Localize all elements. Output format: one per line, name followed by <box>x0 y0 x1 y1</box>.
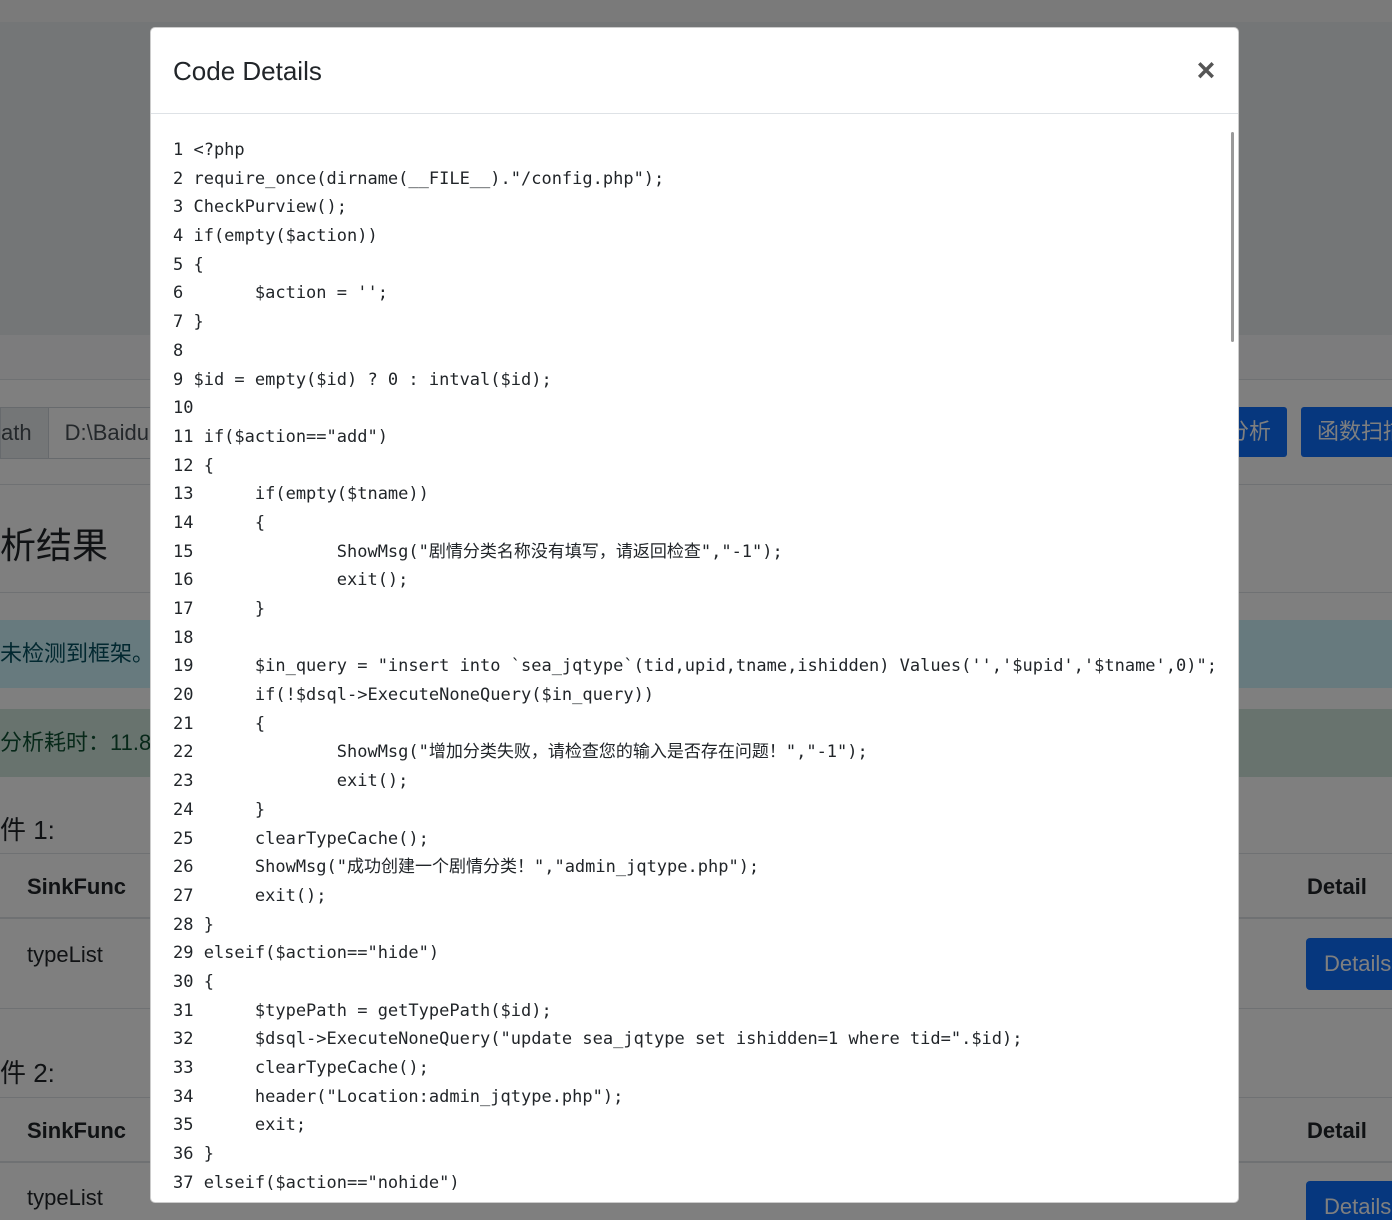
code-line: 8 <box>173 340 184 361</box>
code-line: 35 exit; <box>173 1115 307 1136</box>
close-icon[interactable]: × <box>1191 52 1221 88</box>
code-line: 9 $id = empty($id) ? 0 : intval($id); <box>173 369 552 390</box>
code-line: 14 { <box>173 512 266 533</box>
code-line: 12 { <box>173 455 214 476</box>
code-line: 20 if(!$dsql->ExecuteNoneQuery($in_query… <box>173 685 655 706</box>
modal-header: Code Details × <box>151 28 1238 114</box>
code-line: 1 <?php <box>173 140 245 160</box>
code-line: 27 exit(); <box>173 885 327 906</box>
code-line: 28 } <box>173 914 214 935</box>
code-line: 7 } <box>173 312 204 333</box>
code-line: 31 $typePath = getTypePath($id); <box>173 1000 552 1021</box>
code-line: 15 ShowMsg("剧情分类名称没有填写，请返回检查","-1"); <box>173 541 783 562</box>
code-line: 17 } <box>173 599 266 619</box>
code-line: 36 } <box>173 1144 214 1165</box>
code-listing: 1 <?php 2 require_once(dirname(__FILE__).… <box>173 136 1219 1197</box>
code-line: 10 <box>173 398 194 419</box>
code-line: 34 header("Location:admin_jqtype.php"); <box>173 1086 624 1107</box>
code-details-modal: Code Details × 1 <?php 2 require_once(dir… <box>150 27 1239 1203</box>
code-line: 22 ShowMsg("增加分类失败，请检查您的输入是否存在问题！","-1")… <box>173 742 868 763</box>
code-line: 5 { <box>173 254 204 275</box>
code-line: 19 $in_query = "insert into `sea_jqtype`… <box>173 656 1217 677</box>
code-line: 4 if(empty($action)) <box>173 226 378 247</box>
code-line: 25 clearTypeCache(); <box>173 828 429 849</box>
scrollbar[interactable] <box>1231 132 1234 342</box>
code-line: 21 { <box>173 713 266 734</box>
code-line: 33 clearTypeCache(); <box>173 1058 429 1078</box>
code-line: 13 if(empty($tname)) <box>173 484 429 505</box>
code-line: 6 $action = ''; <box>173 283 388 304</box>
code-line: 32 $dsql->ExecuteNoneQuery("update sea_j… <box>173 1029 1023 1050</box>
code-line: 30 { <box>173 971 214 992</box>
modal-body[interactable]: 1 <?php 2 require_once(dirname(__FILE__).… <box>151 115 1238 1202</box>
code-line: 29 elseif($action=="hide") <box>173 943 440 964</box>
modal-title: Code Details <box>173 56 322 86</box>
code-line: 18 <box>173 627 194 648</box>
code-line: 26 ShowMsg("成功创建一个剧情分类！","admin_jqtype.p… <box>173 857 760 878</box>
code-line: 11 if($action=="add") <box>173 426 388 447</box>
code-line: 24 } <box>173 799 266 820</box>
code-line: 3 CheckPurview(); <box>173 197 347 218</box>
code-line: 16 exit(); <box>173 570 409 591</box>
code-line: 37 elseif($action=="nohide") <box>173 1172 460 1193</box>
code-line: 23 exit(); <box>173 771 409 792</box>
code-line: 2 require_once(dirname(__FILE__)."/confi… <box>173 168 665 189</box>
